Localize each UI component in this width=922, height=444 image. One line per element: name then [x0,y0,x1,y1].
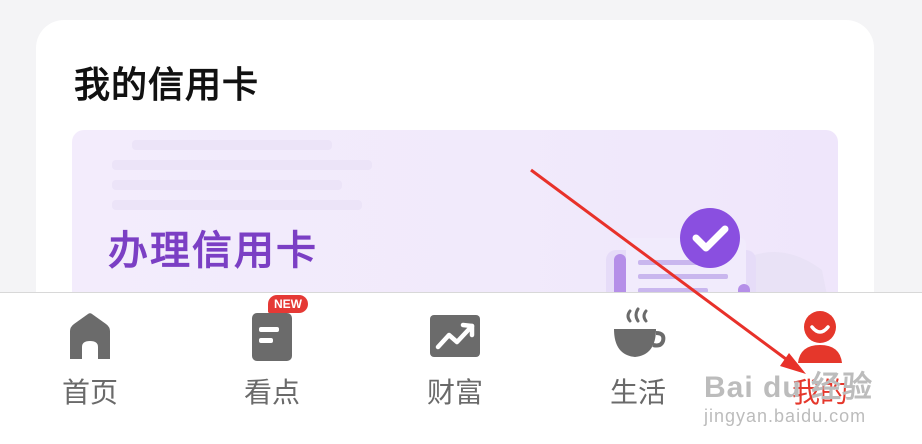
watermark-brand: Bai du 经验 [704,371,874,404]
section-title: 我的信用卡 [74,65,260,106]
coffee-cup-icon [610,307,666,363]
tab-life[interactable]: 生活 [573,293,703,444]
trend-chart-icon [427,307,483,363]
tab-label: 生活 [609,376,666,409]
tab-label: 看点 [243,376,300,409]
banner-decoration [112,200,362,210]
credit-card-section: 我的信用卡 办理信用卡 [36,20,874,320]
watermark-domain: jingyan.baidu.com [704,406,867,426]
tab-label: 首页 [61,376,118,409]
tab-label: 财富 [426,376,483,409]
user-icon [792,307,848,363]
banner-decoration [132,140,332,150]
news-icon: NEW [244,295,308,363]
watermark: Bai du 经验 jingyan.baidu.com [704,362,873,427]
home-icon [62,307,118,363]
new-badge: NEW [268,295,308,313]
tab-news[interactable]: NEW 看点 [207,293,337,444]
banner-decoration [112,160,372,170]
tab-home[interactable]: 首页 [25,293,155,444]
tab-wealth[interactable]: 财富 [390,293,520,444]
banner-decoration [112,180,342,190]
banner-title: 办理信用卡 [108,228,318,274]
